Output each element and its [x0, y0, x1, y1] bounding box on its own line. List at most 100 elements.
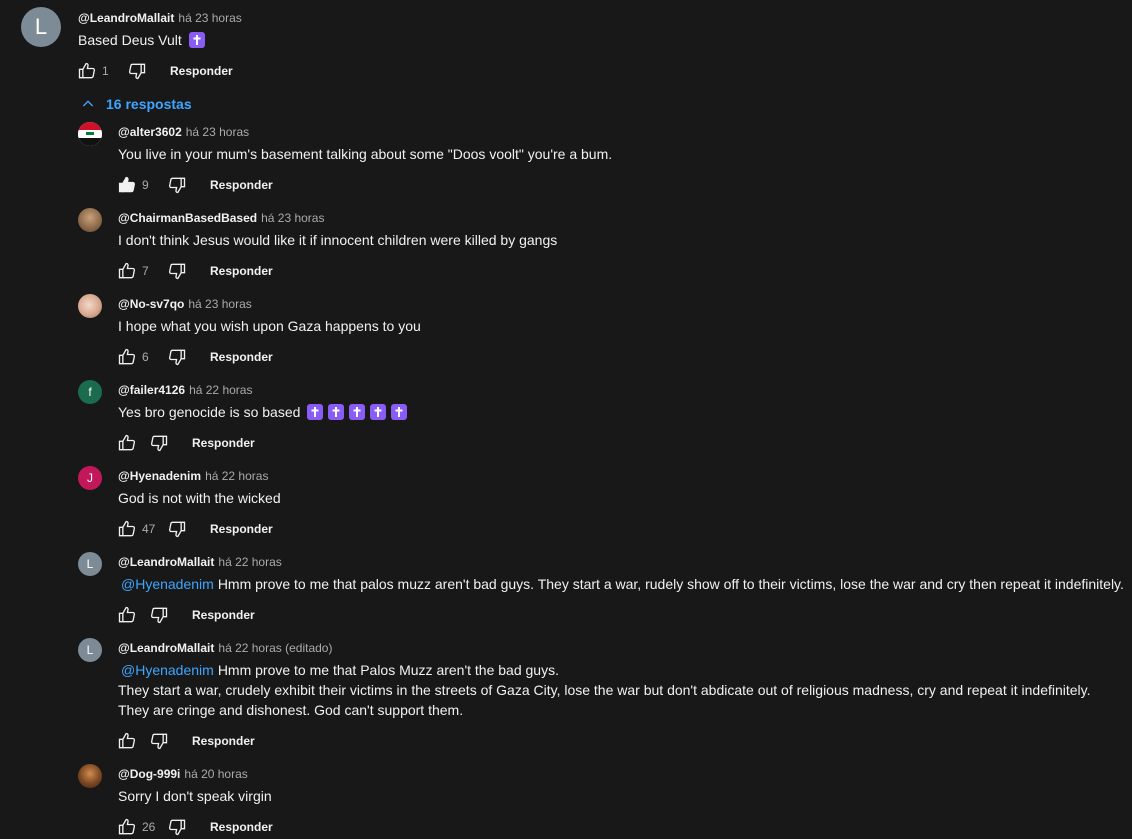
like-button[interactable]	[116, 432, 138, 454]
comment-author[interactable]: @LeandroMallait	[78, 11, 174, 25]
comment-actions: 1 Responder	[76, 59, 233, 83]
comment-author[interactable]: @Dog-999i	[118, 767, 180, 781]
dislike-button[interactable]	[166, 174, 188, 196]
like-button[interactable]	[116, 604, 138, 626]
reply-button[interactable]: Responder	[210, 178, 273, 192]
comment-author[interactable]: @alter3602	[118, 125, 182, 139]
comment-header: @No-sv7qo há 23 horas	[118, 297, 252, 311]
dislike-button[interactable]	[126, 60, 148, 82]
comment-text: God is not with the wicked	[118, 490, 281, 506]
reply-button[interactable]: Responder	[192, 734, 255, 748]
avatar[interactable]: f	[78, 380, 102, 404]
avatar[interactable]	[78, 764, 102, 788]
avatar[interactable]: L	[21, 7, 61, 47]
comment-time[interactable]: há 20 horas	[184, 767, 247, 781]
thumb-down-icon	[168, 819, 186, 836]
reply-button[interactable]: Responder	[210, 522, 273, 536]
like-button[interactable]	[116, 518, 138, 540]
comment-author[interactable]: @No-sv7qo	[118, 297, 184, 311]
comment-text: @Hyenadenim Hmm prove to me that palos mu…	[118, 574, 1124, 594]
comment-actions: Responder	[116, 431, 255, 455]
mention-link[interactable]: @Hyenadenim	[121, 662, 214, 678]
reply-button[interactable]: Responder	[170, 64, 233, 78]
mention-link[interactable]: @Hyenadenim	[121, 576, 214, 592]
comment-time[interactable]: há 22 horas (editado)	[218, 641, 332, 655]
thumb-down-icon	[128, 63, 146, 80]
comment-text-body: Based Deus Vult	[78, 32, 182, 48]
avatar[interactable]: L	[78, 638, 102, 662]
thumb-up-icon	[118, 434, 136, 451]
avatar[interactable]	[78, 208, 102, 232]
avatar[interactable]: J	[78, 466, 102, 490]
comment-header: @ChairmanBasedBased há 23 horas	[118, 211, 324, 225]
dislike-button[interactable]	[166, 260, 188, 282]
thumb-up-icon	[78, 62, 96, 79]
chevron-up-icon	[82, 100, 94, 107]
comment-text-body: Hmm prove to me that palos muzz aren't b…	[217, 576, 1124, 592]
like-count: 6	[142, 350, 149, 364]
cross-emoji-icon	[370, 404, 387, 420]
dislike-button[interactable]	[148, 730, 170, 752]
comment-text: Based Deus Vult	[78, 30, 205, 50]
reply-button[interactable]: Responder	[210, 350, 273, 364]
comment-actions: 26 Responder	[116, 815, 273, 839]
avatar[interactable]	[78, 122, 102, 146]
comment-text-line: They are cringe and dishonest. God can't…	[118, 702, 464, 718]
thumb-down-icon	[150, 733, 168, 750]
dislike-button[interactable]	[166, 816, 188, 838]
reply-button[interactable]: Responder	[192, 436, 255, 450]
thumb-down-icon	[168, 263, 186, 280]
comment-author[interactable]: @LeandroMallait	[118, 555, 214, 569]
comment-author[interactable]: @failer4126	[118, 383, 185, 397]
cross-emoji-icon	[349, 404, 366, 420]
comment-time[interactable]: há 23 horas	[178, 11, 241, 25]
comment-actions: 7 Responder	[116, 259, 273, 283]
like-button[interactable]	[116, 174, 138, 196]
like-button[interactable]	[116, 260, 138, 282]
comment-text: You live in your mum's basement talking …	[118, 146, 613, 162]
comment-time[interactable]: há 23 horas	[261, 211, 324, 225]
reply-button[interactable]: Responder	[210, 264, 273, 278]
like-button[interactable]	[116, 730, 138, 752]
avatar[interactable]: L	[78, 552, 102, 576]
comment-author[interactable]: @LeandroMallait	[118, 641, 214, 655]
comment-time[interactable]: há 22 horas	[218, 555, 281, 569]
thumb-down-icon	[168, 177, 186, 194]
dislike-button[interactable]	[148, 432, 170, 454]
comment-text: I don't think Jesus would like it if inn…	[118, 232, 558, 248]
like-button[interactable]	[76, 60, 98, 82]
comment-time[interactable]: há 22 horas	[205, 469, 268, 483]
iraq-flag-icon	[78, 122, 102, 146]
dislike-button[interactable]	[148, 604, 170, 626]
comment-actions: Responder	[116, 729, 255, 753]
comment-actions: 47 Responder	[116, 517, 273, 541]
comment-text: Yes bro genocide is so based	[118, 402, 408, 422]
cross-emoji-icon	[188, 32, 205, 48]
comment-time[interactable]: há 23 horas	[188, 297, 251, 311]
comment-author[interactable]: @Hyenadenim	[118, 469, 201, 483]
comment-author[interactable]: @ChairmanBasedBased	[118, 211, 257, 225]
thumb-down-icon	[150, 607, 168, 624]
avatar[interactable]	[78, 294, 102, 318]
replies-count-label: 16 respostas	[106, 96, 192, 112]
comment-time[interactable]: há 23 horas	[186, 125, 249, 139]
like-button[interactable]	[116, 816, 138, 838]
comment-actions: 6 Responder	[116, 345, 273, 369]
reply-button[interactable]: Responder	[192, 608, 255, 622]
replies-toggle-button[interactable]: 16 respostas	[80, 94, 192, 114]
like-count: 9	[142, 178, 149, 192]
reply-button[interactable]: Responder	[210, 820, 273, 834]
dislike-button[interactable]	[166, 518, 188, 540]
comment-text: Sorry I don't speak virgin	[118, 788, 272, 804]
comment-text-line: They start a war, crudely exhibit their …	[118, 682, 1091, 698]
dislike-button[interactable]	[166, 346, 188, 368]
thumb-down-icon	[150, 435, 168, 452]
comment-header: @alter3602 há 23 horas	[118, 125, 249, 139]
comment-header: @failer4126 há 22 horas	[118, 383, 252, 397]
like-button[interactable]	[116, 346, 138, 368]
like-count: 7	[142, 264, 149, 278]
comment-header: @LeandroMallait há 23 horas	[78, 11, 242, 25]
comment-time[interactable]: há 22 horas	[189, 383, 252, 397]
comment-header: @Hyenadenim há 22 horas	[118, 469, 268, 483]
cross-emoji-icon	[307, 404, 324, 420]
